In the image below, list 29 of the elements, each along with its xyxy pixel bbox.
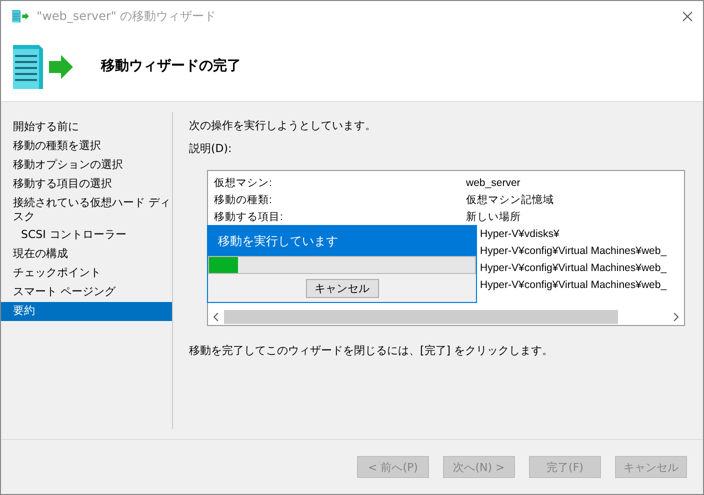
summary-label: 仮想マシン: — [214, 176, 272, 190]
summary-value: Hyper-V¥config¥Virtual Machines¥web_ — [480, 244, 667, 256]
description-label: 説明(D): — [189, 141, 233, 156]
sidebar-item[interactable]: 移動する項目の選択 — [1, 175, 172, 194]
instruction-text: 移動を完了してこのウィザードを閉じるには、[完了] をクリックします。 — [189, 343, 554, 358]
cancel-button[interactable]: キャンセル — [306, 279, 378, 298]
summary-value: web_server — [466, 176, 520, 188]
summary-value: Hyper-V¥vdisks¥ — [480, 228, 560, 240]
window-title: "web_server" の移動ウィザード — [36, 8, 218, 24]
sidebar-item[interactable]: 現在の構成 — [1, 245, 172, 264]
sidebar-item[interactable]: スマート ページング — [1, 283, 172, 302]
wizard-heading: 移動ウィザードの完了 — [101, 57, 241, 75]
summary-label: 移動の種類: — [214, 192, 272, 206]
summary-value: Hyper-V¥config¥Virtual Machines¥web_ — [480, 278, 667, 290]
sidebar-item[interactable]: 接続されている仮想ハード ディスク — [1, 194, 172, 226]
server-icon — [11, 9, 31, 23]
sidebar-item[interactable]: 移動オプションの選択 — [1, 156, 172, 175]
dialog-title: 移動を実行しています — [208, 226, 476, 256]
sidebar-item[interactable]: 移動の種類を選択 — [1, 137, 172, 156]
intro-text: 次の操作を実行しようとしています。 — [189, 118, 377, 133]
summary-value: Hyper-V¥config¥Virtual Machines¥web_ — [480, 262, 667, 274]
summary-label: 移動する項目: — [214, 210, 283, 224]
sidebar-item[interactable]: チェックポイント — [1, 264, 172, 283]
sidebar-item[interactable]: 開始する前に — [1, 118, 172, 137]
sidebar-item[interactable]: 要約 — [1, 302, 172, 321]
sidebar-item[interactable]: SCSI コントローラー — [1, 226, 172, 245]
summary-value: 新しい場所 — [466, 210, 521, 224]
summary-value: 仮想マシン記憶域 — [466, 192, 554, 206]
close-icon[interactable] — [682, 10, 693, 22]
